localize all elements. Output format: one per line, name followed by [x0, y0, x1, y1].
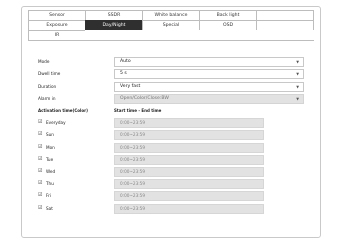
mode-select[interactable]: Auto ▼	[114, 57, 304, 67]
tab-exposure[interactable]: Exposure	[28, 20, 86, 30]
tab-divider	[28, 40, 314, 41]
tab-back-light[interactable]: Back light	[199, 10, 257, 20]
checkbox-checked-icon[interactable]: ☑	[38, 205, 43, 211]
checkbox-checked-icon[interactable]: ☑	[38, 144, 43, 150]
day-label: Mon	[46, 144, 55, 150]
day-row-thu: ☑ Thu 0:00~23:59	[38, 179, 268, 191]
tab-white-balance[interactable]: White balance	[142, 10, 200, 20]
mode-row: Mode Auto ▼	[38, 57, 304, 69]
duration-row: Duration Very fast ▼	[38, 81, 304, 94]
day-label: Fri	[46, 193, 51, 199]
time-range-field[interactable]: 0:00~23:59	[114, 130, 264, 141]
time-range-field[interactable]: 0:00~23:59	[114, 179, 264, 190]
day-label: Thu	[46, 181, 54, 187]
activation-label: Activation time(Color)	[38, 108, 88, 114]
tab-ir[interactable]: IR	[28, 30, 86, 40]
chevron-down-icon: ▼	[296, 84, 299, 89]
day-label: Wed	[46, 168, 56, 174]
tab-row-2: Exposure Day/Night Special OSD	[28, 20, 314, 30]
checkbox-checked-icon[interactable]: ☑	[38, 168, 43, 174]
duration-label: Duration	[38, 83, 57, 89]
tab-special[interactable]: Special	[142, 20, 200, 30]
start-end-label: Start time - End time	[114, 108, 162, 114]
dwell-label: Dwell time	[38, 71, 61, 77]
chevron-down-icon: ▼	[296, 96, 299, 101]
tab-sensor[interactable]: Sensor	[28, 10, 86, 20]
alarm-in-select[interactable]: Open/Color/Close:BW ▼	[114, 93, 304, 104]
mode-label: Mode	[38, 59, 50, 64]
chevron-down-icon: ▼	[296, 60, 299, 64]
day-row-wed: ☑ Wed 0:00~23:59	[38, 166, 268, 179]
day-night-form: Mode Auto ▼ Dwell time 5 s ▼ Duration Ve…	[38, 57, 304, 216]
checkbox-checked-icon[interactable]: ☑	[38, 132, 43, 137]
day-label: Sun	[46, 132, 54, 138]
tab-row3-spacer	[199, 30, 257, 40]
tab-row1-spacer	[256, 10, 314, 20]
duration-select[interactable]: Very fast ▼	[114, 81, 304, 92]
tab-bar: Sensor SSDR White balance Back light Exp…	[28, 10, 314, 41]
duration-value: Very fast	[120, 83, 141, 89]
mode-value: Auto	[120, 59, 131, 64]
checkbox-checked-icon[interactable]: ☑	[38, 181, 43, 186]
tab-osd[interactable]: OSD	[199, 20, 257, 30]
day-row-sun: ☑ Sun 0:00~23:59	[38, 130, 268, 142]
tab-row3-spacer	[256, 30, 314, 40]
tab-row-3: IR	[28, 30, 314, 40]
dwell-value: 5 s	[120, 71, 127, 77]
dwell-row: Dwell time 5 s ▼	[38, 69, 304, 81]
day-row-mon: ☑ Mon 0:00~23:59	[38, 142, 268, 155]
alarm-value: Open/Color/Close:BW	[120, 95, 169, 101]
time-range-field[interactable]: 0:00~23:59	[114, 142, 264, 153]
tab-row3-spacer	[85, 30, 143, 40]
day-label: Tue	[46, 156, 54, 162]
chevron-down-icon: ▼	[296, 72, 299, 77]
time-range-field[interactable]: 0:00~23:59	[114, 191, 264, 202]
time-range-field[interactable]: 0:00~23:59	[114, 154, 264, 165]
time-range-field[interactable]: 0:00~23:59	[114, 118, 264, 129]
time-range-field[interactable]: 0:00~23:59	[114, 166, 264, 177]
day-row-fri: ☑ Fri 0:00~23:59	[38, 191, 268, 203]
tab-day-night[interactable]: Day/Night	[85, 20, 143, 30]
checkbox-checked-icon[interactable]: ☑	[38, 193, 43, 198]
checkbox-checked-icon[interactable]: ☑	[38, 120, 43, 125]
time-range-field[interactable]: 0:00~23:59	[114, 203, 264, 214]
tab-row3-spacer	[142, 30, 200, 40]
day-row-tue: ☑ Tue 0:00~23:59	[38, 154, 268, 167]
checkbox-checked-icon[interactable]: ☑	[38, 156, 43, 162]
activation-header: Activation time(Color) Start time - End …	[38, 106, 268, 118]
alarm-label: Alarm in	[38, 95, 56, 101]
tab-ssdr[interactable]: SSDR	[85, 10, 143, 20]
day-row-everyday: ☑ Everyday 0:00~23:59	[38, 118, 268, 130]
tab-row2-spacer	[256, 20, 314, 30]
dwell-time-select[interactable]: 5 s ▼	[114, 69, 304, 80]
day-label: Sat	[46, 205, 53, 211]
day-label: Everyday	[46, 120, 66, 126]
tab-row-1: Sensor SSDR White balance Back light	[28, 10, 314, 20]
alarm-row: Alarm in Open/Color/Close:BW ▼	[38, 93, 304, 106]
day-row-sat: ☑ Sat 0:00~23:59	[38, 203, 268, 216]
